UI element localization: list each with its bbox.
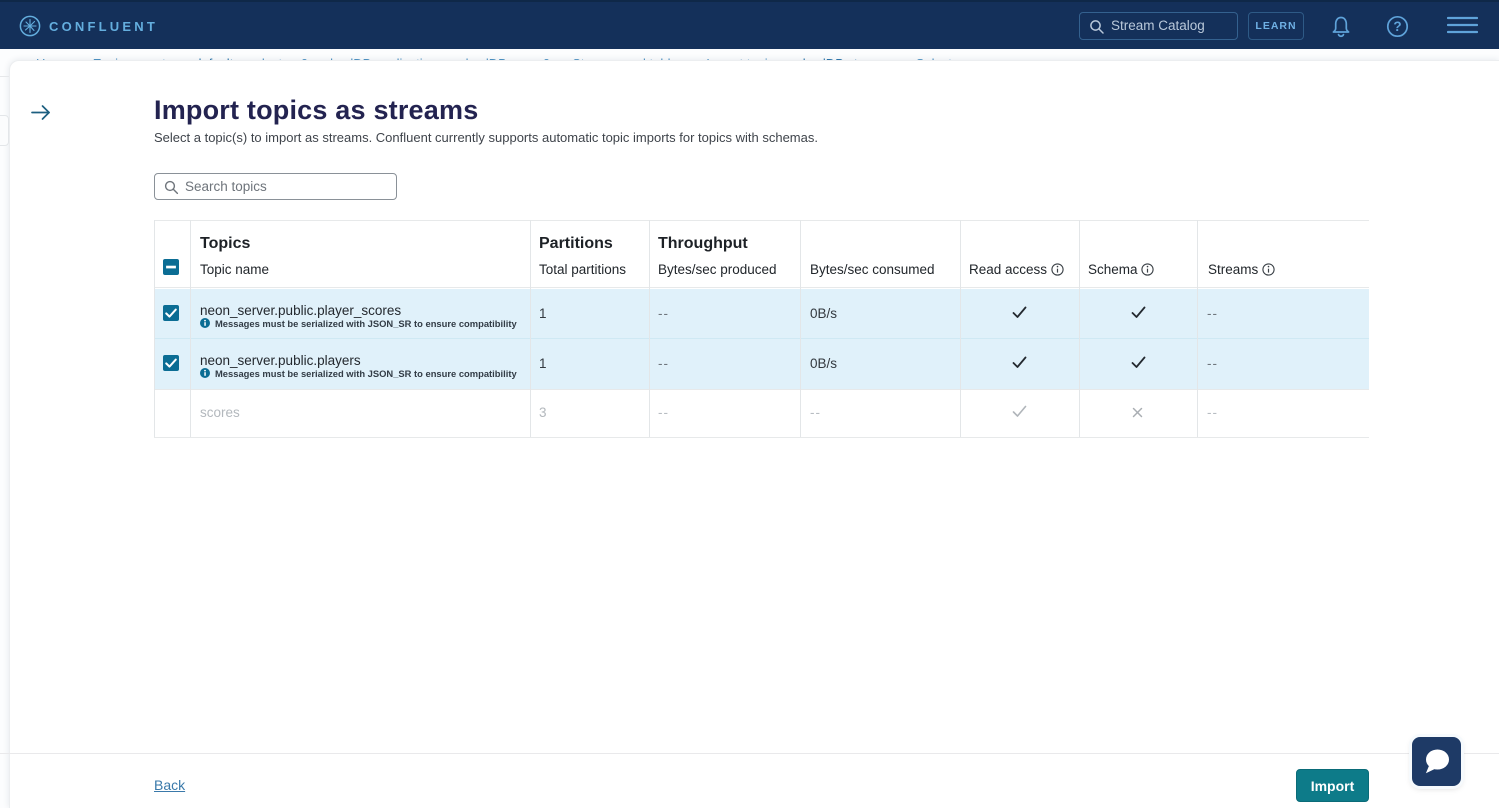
svg-text:?: ? bbox=[1393, 19, 1401, 34]
